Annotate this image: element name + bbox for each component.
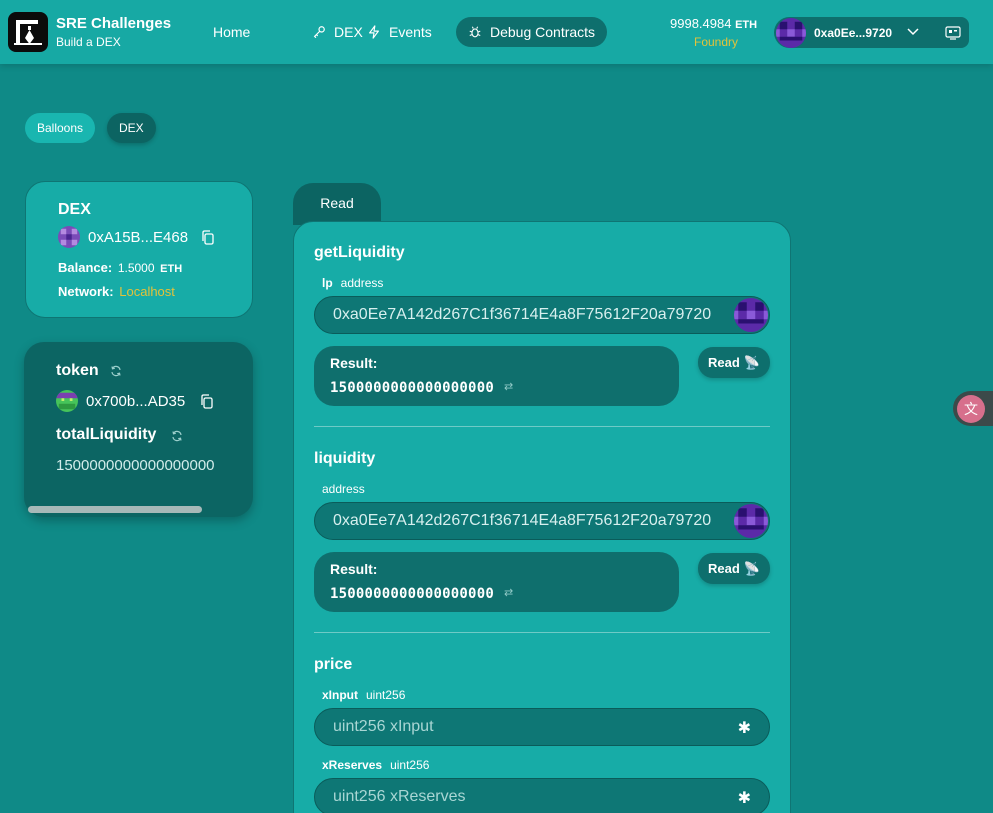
getliquidity-arg-type: address — [340, 276, 384, 290]
price-xinput-placeholder: uint256 xInput — [333, 718, 434, 735]
liquidity-address-input[interactable]: 0xa0Ee7A142d267C1f36714E4a8F75612F20a797… — [314, 502, 770, 540]
price-xinput-name: xInput — [322, 688, 358, 702]
liquidity-result-label: Result: — [330, 561, 378, 577]
price-xreserves-placeholder: uint256 xReserves — [333, 788, 466, 805]
account-avatar — [776, 17, 806, 48]
section-divider — [314, 426, 770, 427]
wallet-balance-unit: ETH — [735, 19, 758, 31]
price-xinput-type: uint256 — [366, 688, 406, 702]
copy-icon[interactable] — [200, 394, 214, 409]
bug-icon — [469, 26, 481, 38]
getliquidity-result-value: 1500000000000000000 — [330, 380, 494, 396]
contract-balance-label: Balance: — [58, 260, 113, 275]
var-total-liquidity-label: totalLiquidity — [56, 426, 157, 443]
qr-code-button[interactable] — [936, 17, 969, 48]
nav-home-label: Home — [213, 24, 251, 40]
translate-extension-button[interactable]: 文 — [953, 391, 993, 426]
wallet-balance: 9998.4984 ETH — [670, 16, 757, 31]
tab-read[interactable]: Read — [293, 183, 381, 225]
contract-identicon — [58, 226, 80, 248]
satellite-icon: 📡 — [743, 354, 760, 370]
brand-subtitle: Build a DEX — [56, 35, 121, 49]
top-navbar: SRE Challenges Build a DEX Home DEX Even… — [0, 0, 993, 64]
getliquidity-lp-value: 0xa0Ee7A142d267C1f36714E4a8F75612F20a797… — [333, 306, 712, 323]
function-getliquidity-name: getLiquidity — [314, 244, 405, 261]
tab-dex[interactable]: DEX — [107, 113, 156, 143]
contract-network: Network: Localhost — [58, 284, 175, 299]
address-identicon — [734, 504, 768, 538]
satellite-icon: 📡 — [743, 560, 760, 576]
nav-debug-contracts-label: Debug Contracts — [490, 24, 596, 40]
nav-events-label: Events — [389, 24, 432, 40]
getliquidity-read-button[interactable]: Read 📡 — [698, 347, 770, 378]
price-xreserves-label: xReserves uint256 — [322, 758, 429, 772]
price-xreserves-name: xReserves — [322, 758, 383, 772]
price-xinput-field[interactable]: uint256 xInput ✱ — [314, 708, 770, 746]
getliquidity-lp-input[interactable]: 0xa0Ee7A142d267C1f36714E4a8F75612F20a797… — [314, 296, 770, 334]
swap-format-icon[interactable]: ⇄ — [504, 586, 513, 599]
contract-balance: Balance: 1.5000 ETH — [58, 260, 182, 275]
price-xreserves-type: uint256 — [390, 758, 430, 772]
contract-variables-card: token 0x700b...AD35 totalLiquidity 15000… — [24, 342, 253, 517]
section-divider — [314, 632, 770, 633]
tab-balloons[interactable]: Balloons — [25, 113, 96, 143]
getliquidity-arg-label: lp address — [322, 276, 383, 290]
contract-info-card: DEX 0xA15B...E468 Balance: 1.5000 ETH Ne… — [25, 181, 253, 318]
contract-name: DEX — [58, 201, 91, 218]
asterisk-icon[interactable]: ✱ — [738, 718, 751, 738]
bolt-icon — [369, 25, 379, 39]
getliquidity-result-box: Result: 1500000000000000000 ⇄ — [314, 346, 679, 406]
contract-network-label: Network: — [58, 284, 114, 299]
swap-format-icon[interactable]: ⇄ — [504, 380, 513, 393]
asterisk-icon[interactable]: ✱ — [738, 788, 751, 808]
token-identicon — [56, 390, 78, 412]
nav-events[interactable]: Events — [355, 17, 444, 47]
nav-debug-contracts[interactable]: Debug Contracts — [456, 17, 608, 47]
function-liquidity-name: liquidity — [314, 450, 376, 467]
translate-icon: 文 — [957, 394, 985, 423]
liquidity-arg-type: address — [322, 482, 365, 496]
nav-home[interactable]: Home — [201, 17, 262, 47]
horizontal-scrollbar[interactable] — [28, 506, 202, 513]
getliquidity-read-label: Read — [708, 355, 740, 370]
var-total-liquidity-value: 1500000000000000000 — [56, 457, 215, 474]
liquidity-address-value: 0xa0Ee7A142d267C1f36714E4a8F75612F20a797… — [333, 512, 712, 529]
brand-title: SRE Challenges — [56, 15, 172, 32]
key-icon — [313, 26, 325, 39]
copy-icon[interactable] — [201, 230, 215, 245]
getliquidity-result-label: Result: — [330, 355, 378, 371]
function-price-name: price — [314, 656, 353, 673]
wallet-balance-value: 9998.4984 — [670, 16, 732, 31]
account-address: 0xa0Ee...9720 — [814, 25, 893, 40]
refresh-icon[interactable] — [171, 430, 183, 442]
qr-code-icon — [944, 25, 961, 40]
token-address: 0x700b...AD35 — [86, 393, 186, 410]
contract-balance-value: 1.5000 — [117, 261, 155, 275]
getliquidity-arg-name: lp — [322, 276, 333, 290]
liquidity-result-box: Result: 1500000000000000000 ⇄ — [314, 552, 679, 612]
app-logo[interactable] — [8, 12, 48, 52]
var-token-label: token — [56, 362, 99, 379]
chevron-down-icon — [907, 28, 919, 36]
wallet-network: Foundry — [694, 35, 739, 49]
contract-network-value: Localhost — [119, 284, 175, 299]
logo-icon — [14, 20, 42, 45]
refresh-icon[interactable] — [110, 365, 122, 377]
liquidity-result-value: 1500000000000000000 — [330, 586, 494, 602]
liquidity-read-button[interactable]: Read 📡 — [698, 553, 770, 584]
price-xinput-label: xInput uint256 — [322, 688, 405, 702]
address-identicon — [734, 298, 768, 332]
price-xreserves-field[interactable]: uint256 xReserves ✱ — [314, 778, 770, 813]
account-dropdown-button[interactable]: 0xa0Ee...9720 — [774, 17, 960, 48]
contract-balance-unit: ETH — [160, 263, 183, 275]
contract-address: 0xA15B...E468 — [88, 229, 189, 246]
liquidity-read-label: Read — [708, 561, 740, 576]
